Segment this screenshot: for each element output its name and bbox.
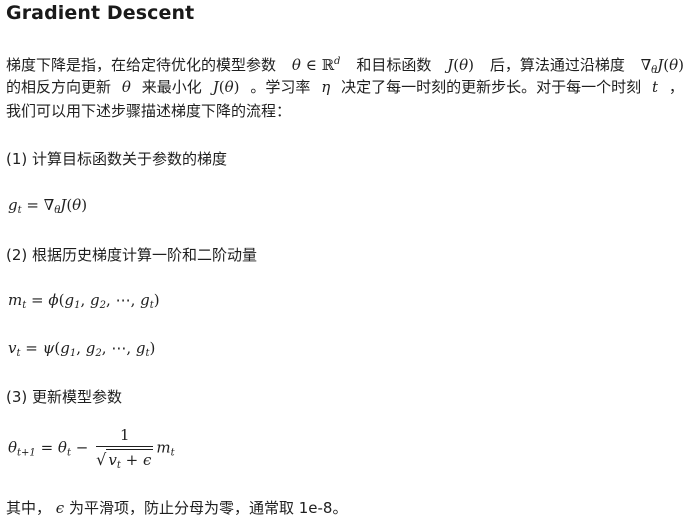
intro-text-2b: 来最小化 bbox=[141, 77, 202, 96]
intro-text-2e: ， bbox=[668, 77, 684, 96]
intro-line-3: 我们可以用下述步骤描述梯度下降的流程： bbox=[6, 99, 684, 124]
intro-text-2c: 。学习率 bbox=[250, 77, 311, 96]
math-j-theta-2: J(θ) bbox=[212, 77, 240, 96]
footer-note: 其中， ϵ 为平滑项，防止分母为零，通常取 1e-8。 bbox=[6, 497, 347, 518]
step-3-heading: (3) 更新模型参数 bbox=[6, 388, 123, 406]
footer-text-a: 其中， bbox=[6, 499, 52, 517]
intro-line-2: 的相反方向更新 θ 来最小化 J(θ) 。学习率 η 决定了每一时刻的更新步长。… bbox=[6, 75, 684, 100]
equation-gradient: gt = ∇θJ(θ) bbox=[8, 196, 88, 216]
step-1-heading: (1) 计算目标函数关于参数的梯度 bbox=[6, 150, 228, 168]
step-2-heading: (2) 根据历史梯度计算一阶和二阶动量 bbox=[6, 246, 258, 264]
page-title: Gradient Descent bbox=[6, 2, 195, 24]
equation-first-moment: mt = ϕ(g1, g2, ⋯, gt) bbox=[8, 291, 160, 311]
intro-text-3: 我们可以用下述步骤描述梯度下降的流程： bbox=[6, 102, 292, 120]
math-theta: θ bbox=[121, 77, 131, 96]
math-t: t bbox=[651, 77, 659, 96]
footer-text-b: 为平滑项，防止分母为零，通常取 1e-8。 bbox=[68, 499, 348, 517]
document-page: Gradient Descent 梯度下降是指，在给定待优化的模型参数 θ ∈ … bbox=[6, 0, 686, 521]
intro-line-1: 梯度下降是指，在给定待优化的模型参数 θ ∈ ℝd 和目标函数 J(θ) 后，算… bbox=[6, 50, 684, 76]
math-eta: η bbox=[321, 77, 331, 96]
intro-text-2a: 的相反方向更新 bbox=[6, 77, 112, 96]
math-theta-in-rd: θ ∈ ℝd bbox=[291, 56, 341, 74]
intro-paragraph: 梯度下降是指，在给定待优化的模型参数 θ ∈ ℝd 和目标函数 J(θ) 后，算… bbox=[6, 50, 684, 124]
equation-update: θt+1 = θt − 1 √ vt + ϵ mt bbox=[8, 426, 175, 471]
math-epsilon: ϵ bbox=[55, 499, 69, 517]
intro-text-2d: 决定了每一时刻的更新步长。对于每一个时刻 bbox=[341, 77, 642, 96]
equation-second-moment: vt = ψ(g1, g2, ⋯, gt) bbox=[8, 339, 156, 359]
fraction: 1 √ vt + ϵ bbox=[96, 426, 154, 471]
